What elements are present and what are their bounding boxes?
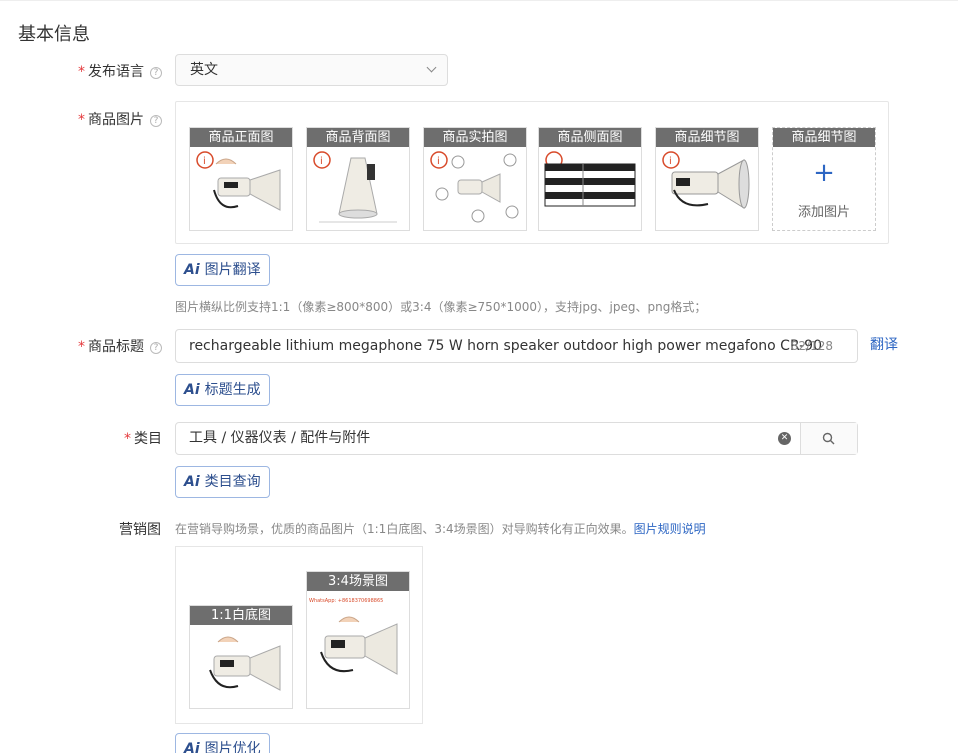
image-optimize-button[interactable]: Ai 图片优化 — [175, 733, 270, 753]
category-label: * 类目 — [124, 431, 162, 447]
svg-text:i: i — [437, 156, 440, 167]
required-mark: * — [78, 64, 85, 80]
category-query-button[interactable]: Ai 类目查询 — [175, 466, 270, 498]
help-icon[interactable]: ? — [150, 115, 162, 127]
marketing-label: 营销图 — [119, 522, 161, 538]
megaphone-image — [320, 616, 398, 675]
image-caption: 商品背面图 — [307, 128, 409, 147]
ai-icon: Ai — [184, 741, 200, 753]
ai-icon: Ai — [184, 382, 200, 398]
image-caption: 商品正面图 — [190, 128, 292, 147]
svg-text:i: i — [320, 156, 323, 167]
image-caption: 商品细节图 — [656, 128, 758, 147]
add-image-slot[interactable]: 商品细节图 + 添加图片 — [772, 127, 876, 231]
top-divider — [0, 0, 958, 1]
watermark-text: WhatsApp: +8618370698865 — [309, 598, 384, 604]
marketing-image-scene[interactable]: 3:4场景图 WhatsApp: +8618370698865 — [306, 571, 410, 709]
required-mark: * — [78, 339, 85, 355]
spec-table-image — [544, 151, 636, 207]
title-char-count: 82/128 — [790, 339, 833, 353]
help-icon[interactable]: ? — [150, 67, 162, 79]
search-icon — [822, 432, 835, 445]
svg-text:i: i — [669, 156, 672, 167]
product-image-real[interactable]: 商品实拍图 i — [423, 127, 527, 231]
megaphone-image — [209, 636, 281, 691]
title-translate-link[interactable]: 翻译 — [870, 334, 898, 354]
category-value: 工具 / 仪器仪表 / 配件与附件 — [189, 430, 371, 446]
image-caption: 商品侧面图 — [539, 128, 641, 147]
product-image-detail[interactable]: 商品细节图 i — [655, 127, 759, 231]
language-select[interactable]: 英文 — [175, 54, 448, 86]
product-image-front[interactable]: 商品正面图 i — [189, 127, 293, 231]
add-image-label: 添加图片 — [797, 205, 850, 220]
image-format-hint: 图片横纵比例支持1:1（像素≥800*800）或3:4（像素≥750*1000）… — [175, 300, 707, 314]
ai-icon: Ai — [184, 262, 200, 278]
title-label: * 商品标题? — [78, 336, 162, 356]
product-image-side[interactable]: 商品侧面图 — [538, 127, 642, 231]
plus-icon: + — [813, 158, 835, 188]
image-rules-link[interactable]: 图片规则说明 — [634, 522, 706, 536]
svg-text:i: i — [203, 156, 206, 167]
marketing-images-panel: 1:1白底图 3:4场景图 WhatsApp: +8618370698865 — [175, 546, 423, 724]
title-input[interactable]: rechargeable lithium megaphone 75 W horn… — [175, 329, 858, 363]
language-select-value: 英文 — [190, 62, 218, 78]
image-caption: 商品细节图 — [773, 128, 875, 147]
required-mark: * — [124, 431, 131, 447]
title-generate-button[interactable]: Ai 标题生成 — [175, 374, 270, 406]
section-title: 基本信息 — [18, 24, 90, 45]
megaphone-image: i — [662, 151, 750, 209]
product-images-label: * 商品图片? — [78, 109, 162, 129]
image-caption: 1:1白底图 — [190, 606, 292, 625]
megaphone-image: i — [430, 151, 519, 223]
title-input-value: rechargeable lithium megaphone 75 W horn… — [189, 338, 822, 354]
marketing-image-square[interactable]: 1:1白底图 — [189, 605, 293, 709]
required-mark: * — [78, 112, 85, 128]
language-label: * 发布语言? — [78, 61, 162, 81]
clear-icon[interactable]: ✕ — [778, 432, 791, 445]
ai-icon: Ai — [184, 474, 200, 490]
chevron-down-icon — [426, 62, 437, 73]
product-images-panel: 商品正面图 i 商品背面图 i 商品实拍图 i 商品侧面图 商品细节图 i 商品… — [175, 101, 889, 244]
megaphone-image: i — [313, 151, 397, 223]
page: 基本信息 *发布语言? 英文 *商品图片? 商品正面图 i 商品背面图 i — [0, 0, 958, 753]
image-translate-button[interactable]: Ai 图片翻译 — [175, 254, 270, 286]
product-image-back[interactable]: 商品背面图 i — [306, 127, 410, 231]
megaphone-image: i — [196, 151, 281, 211]
category-input[interactable]: 工具 / 仪器仪表 / 配件与附件 ✕ — [175, 422, 858, 455]
category-search-button[interactable] — [800, 423, 857, 454]
image-caption: 3:4场景图 — [307, 572, 409, 591]
marketing-hint: 在营销导购场景，优质的商品图片（1:1白底图、3:4场景图）对导购转化有正向效果… — [175, 522, 706, 536]
help-icon[interactable]: ? — [150, 342, 162, 354]
image-caption: 商品实拍图 — [424, 128, 526, 147]
